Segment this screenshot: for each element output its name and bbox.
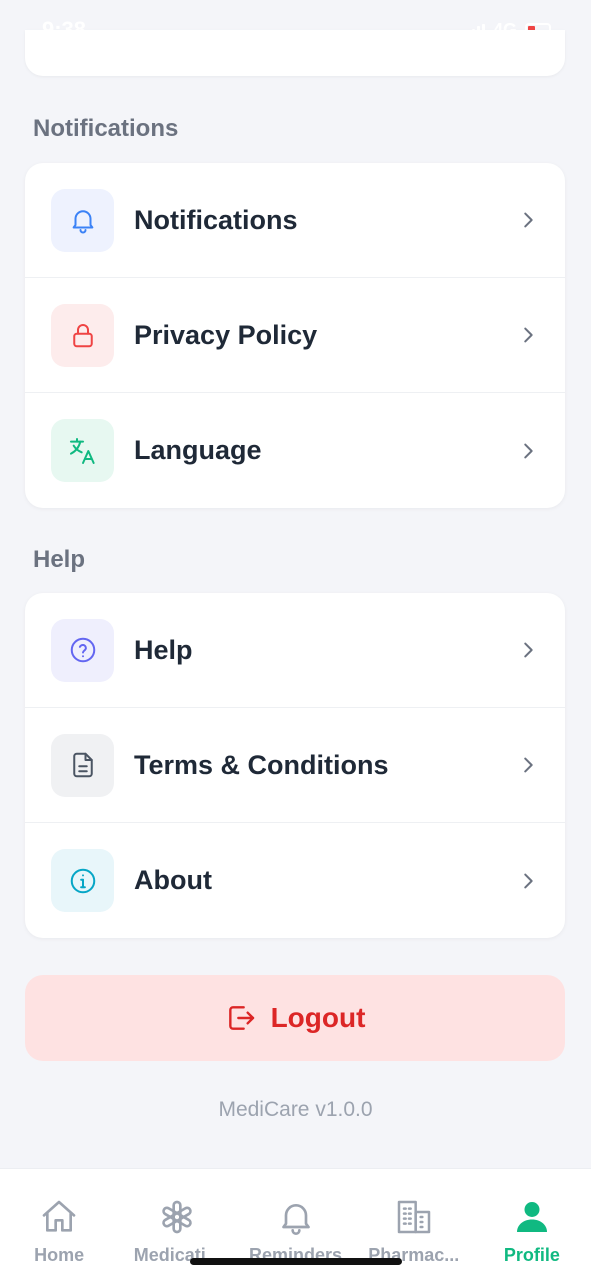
chevron-right-icon — [524, 757, 533, 773]
question-circle-icon — [51, 618, 114, 682]
tab-label: Home — [34, 1245, 85, 1265]
tab-profile[interactable]: Profile — [473, 1169, 591, 1280]
settings-row-label: Notifications — [134, 204, 298, 235]
section-title-notifications: Notifications — [33, 115, 179, 142]
settings-row-label: Language — [134, 435, 262, 465]
settings-row-help[interactable]: Help — [25, 593, 565, 708]
asterisk-icon — [162, 1200, 193, 1234]
logout-icon — [228, 1006, 254, 1030]
chevron-right-icon — [524, 642, 533, 658]
logout-button[interactable]: Logout — [25, 975, 565, 1061]
person-icon — [516, 1202, 547, 1232]
home-indicator — [190, 1258, 402, 1265]
settings-card-help: Help Terms & Conditions About — [25, 593, 565, 938]
document-icon — [51, 733, 114, 797]
settings-row-label: Privacy Policy — [134, 319, 318, 350]
section-title-help: Help — [33, 546, 86, 573]
settings-row-terms[interactable]: Terms & Conditions — [25, 708, 565, 823]
settings-row-privacy-policy[interactable]: Privacy Policy — [25, 278, 565, 393]
settings-row-label: Help — [134, 634, 193, 665]
chevron-right-icon — [524, 873, 533, 888]
tab-label: Profile — [503, 1245, 560, 1265]
settings-row-about[interactable]: About — [25, 823, 565, 938]
settings-row-notifications[interactable]: Notifications — [25, 163, 565, 278]
building-icon — [397, 1200, 430, 1234]
chevron-right-icon — [524, 327, 533, 343]
app-version: MediCare v1.0.0 — [218, 1098, 373, 1121]
settings-row-label: About — [134, 865, 212, 895]
translate-icon — [51, 419, 114, 482]
lock-icon — [51, 303, 114, 367]
chevron-right-icon — [524, 443, 533, 458]
chevron-right-icon — [524, 212, 533, 228]
settings-row-label: Terms & Conditions — [134, 749, 389, 780]
previous-card-edge — [25, 30, 565, 76]
bell-icon — [281, 1204, 310, 1235]
logout-label: Logout — [270, 1002, 366, 1033]
bell-icon — [51, 188, 114, 252]
tab-home[interactable]: Home — [0, 1169, 118, 1280]
settings-card-notifications: Notifications Privacy Policy Language — [25, 163, 565, 508]
settings-row-language[interactable]: Language — [25, 393, 565, 508]
info-circle-icon — [51, 849, 114, 912]
home-icon — [42, 1200, 76, 1232]
